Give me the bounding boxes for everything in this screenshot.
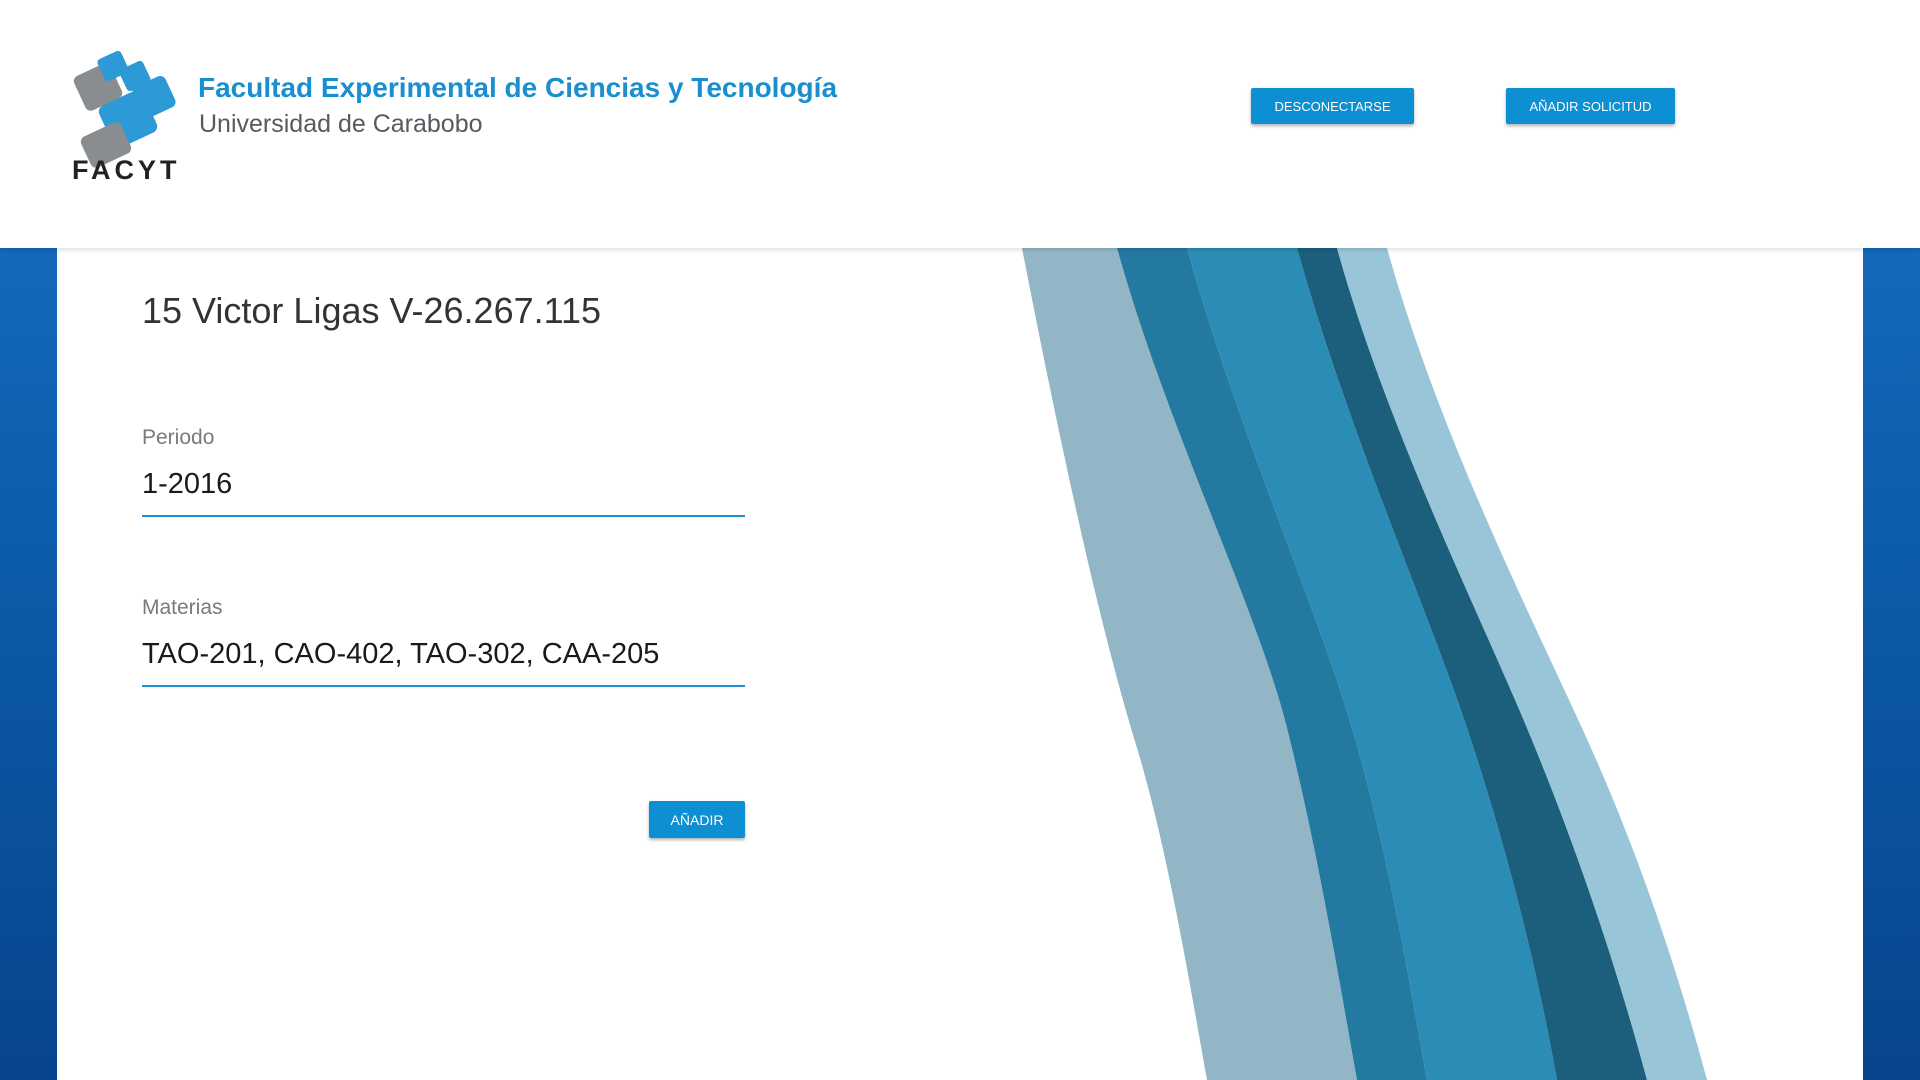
materias-input[interactable] (142, 630, 745, 687)
periodo-label: Periodo (142, 426, 215, 449)
add-request-button[interactable]: AÑADIR SOLICITUD (1506, 88, 1675, 124)
materias-label: Materias (142, 596, 223, 619)
periodo-field-group: Periodo (142, 426, 745, 517)
record-title: 15 Victor Ligas V-26.267.115 (142, 290, 601, 331)
add-button[interactable]: AÑADIR (649, 801, 745, 838)
header: Facultad Experimental de Ciencias y Tecn… (0, 0, 1920, 248)
materias-field-group: Materias (142, 596, 745, 687)
logout-button[interactable]: DESCONECTARSE (1251, 88, 1414, 124)
brand-short: FACYT (72, 155, 181, 185)
brand-subtitle: Universidad de Carabobo (199, 110, 483, 138)
brand-title: Facultad Experimental de Ciencias y Tecn… (198, 72, 838, 103)
main-card: 15 Victor Ligas V-26.267.115 Periodo Mat… (57, 248, 1863, 1080)
periodo-input[interactable] (142, 460, 745, 517)
